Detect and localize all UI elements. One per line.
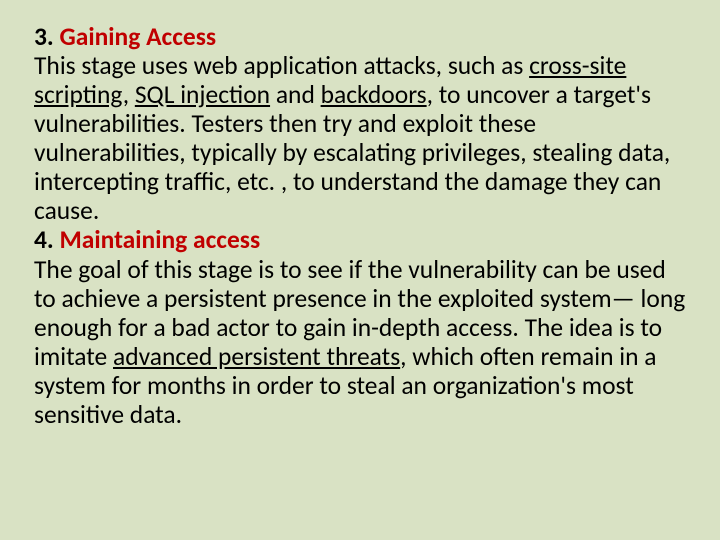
section-3-title: Gaining Access (60, 21, 217, 52)
link-apt[interactable]: advanced persistent threats (113, 341, 400, 372)
section-4-title: Maintaining access (60, 224, 261, 255)
sep: and (270, 79, 321, 110)
document-page: 3. Gaining Access This stage uses web ap… (0, 0, 720, 429)
sep: , (123, 79, 135, 110)
section-3-number: 3. (34, 21, 60, 52)
link-sql-injection[interactable]: SQL injection (135, 79, 270, 110)
section-3-text-a: This stage uses web application attacks,… (34, 50, 529, 81)
section-4-number: 4. (34, 224, 60, 255)
section-4: 4. Maintaining access The goal of this s… (34, 225, 686, 428)
section-3: 3. Gaining Access This stage uses web ap… (34, 22, 686, 225)
link-backdoors[interactable]: backdoors (321, 79, 427, 110)
